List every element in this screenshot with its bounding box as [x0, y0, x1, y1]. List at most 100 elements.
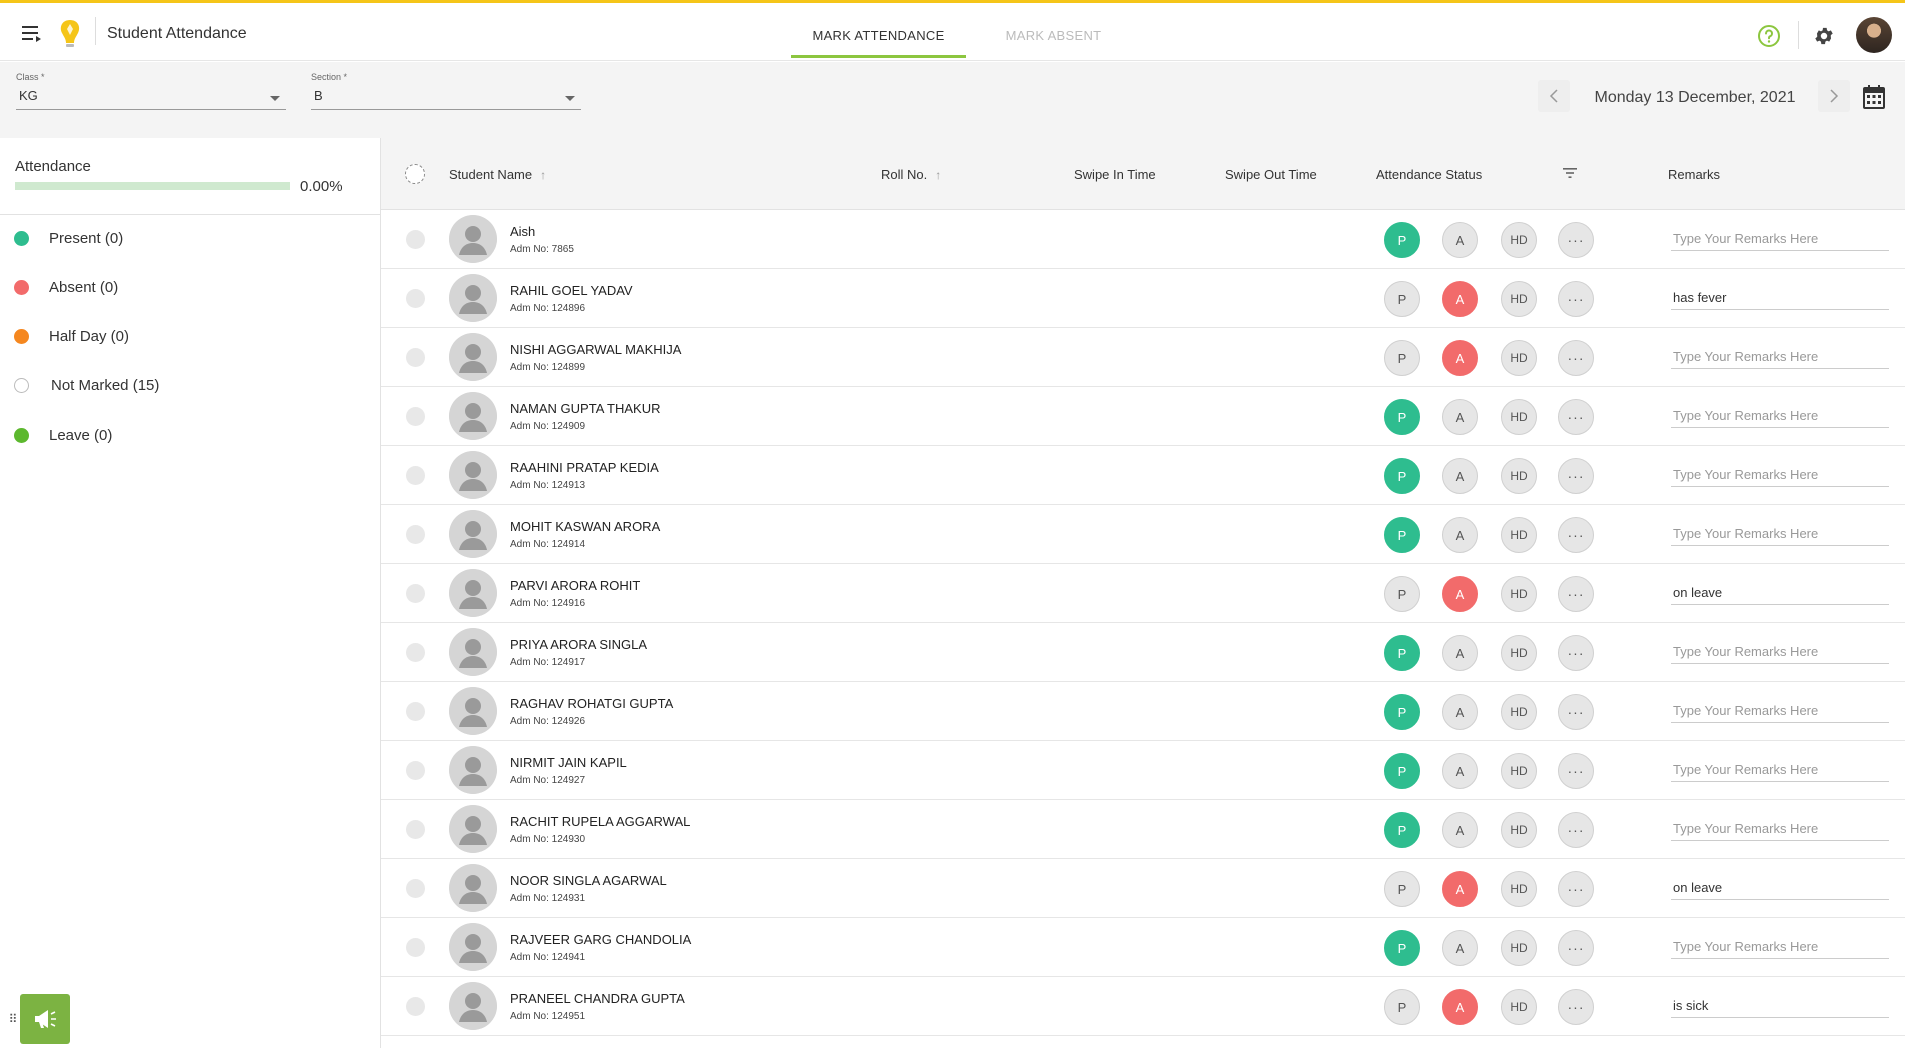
more-options-button[interactable]: ···: [1558, 694, 1594, 730]
student-name[interactable]: NIRMIT JAIN KAPIL: [510, 755, 627, 770]
present-button[interactable]: P: [1384, 635, 1420, 671]
remarks-input[interactable]: [1671, 994, 1889, 1018]
row-select-checkbox[interactable]: [406, 348, 425, 367]
present-button[interactable]: P: [1384, 576, 1420, 612]
tab-mark-absent[interactable]: MARK ABSENT: [966, 28, 1141, 43]
row-select-checkbox[interactable]: [406, 466, 425, 485]
next-date-button[interactable]: [1818, 80, 1850, 112]
row-select-checkbox[interactable]: [406, 997, 425, 1016]
remarks-input[interactable]: [1671, 876, 1889, 900]
row-select-checkbox[interactable]: [406, 879, 425, 898]
gear-icon[interactable]: [1813, 25, 1837, 49]
remarks-input[interactable]: [1671, 699, 1889, 723]
remarks-input[interactable]: [1671, 640, 1889, 664]
more-options-button[interactable]: ···: [1558, 812, 1594, 848]
student-name[interactable]: NOOR SINGLA AGARWAL: [510, 873, 667, 888]
absent-button[interactable]: A: [1442, 812, 1478, 848]
row-select-checkbox[interactable]: [406, 702, 425, 721]
remarks-input[interactable]: [1671, 817, 1889, 841]
calendar-icon[interactable]: [1862, 84, 1886, 110]
absent-button[interactable]: A: [1442, 576, 1478, 612]
absent-button[interactable]: A: [1442, 281, 1478, 317]
more-options-button[interactable]: ···: [1558, 458, 1594, 494]
absent-button[interactable]: A: [1442, 871, 1478, 907]
present-button[interactable]: P: [1384, 340, 1420, 376]
remarks-input[interactable]: [1671, 935, 1889, 959]
student-name[interactable]: NISHI AGGARWAL MAKHIJA: [510, 342, 681, 357]
present-button[interactable]: P: [1384, 458, 1420, 494]
row-select-checkbox[interactable]: [406, 584, 425, 603]
more-options-button[interactable]: ···: [1558, 576, 1594, 612]
class-field[interactable]: KG: [16, 88, 286, 110]
half-day-button[interactable]: HD: [1501, 281, 1537, 317]
half-day-button[interactable]: HD: [1501, 812, 1537, 848]
row-select-checkbox[interactable]: [406, 289, 425, 308]
present-button[interactable]: P: [1384, 694, 1420, 730]
absent-button[interactable]: A: [1442, 517, 1478, 553]
half-day-button[interactable]: HD: [1501, 340, 1537, 376]
half-day-button[interactable]: HD: [1501, 399, 1537, 435]
student-name[interactable]: MOHIT KASWAN ARORA: [510, 519, 660, 534]
half-day-button[interactable]: HD: [1501, 930, 1537, 966]
present-button[interactable]: P: [1384, 222, 1420, 258]
more-options-button[interactable]: ···: [1558, 753, 1594, 789]
absent-button[interactable]: A: [1442, 340, 1478, 376]
avatar[interactable]: [1856, 17, 1892, 53]
half-day-button[interactable]: HD: [1501, 458, 1537, 494]
tab-mark-attendance[interactable]: MARK ATTENDANCE: [791, 28, 966, 43]
present-button[interactable]: P: [1384, 753, 1420, 789]
remarks-input[interactable]: [1671, 758, 1889, 782]
half-day-button[interactable]: HD: [1501, 871, 1537, 907]
absent-button[interactable]: A: [1442, 222, 1478, 258]
more-options-button[interactable]: ···: [1558, 399, 1594, 435]
student-name[interactable]: RAGHAV ROHATGI GUPTA: [510, 696, 673, 711]
menu-icon[interactable]: [20, 23, 48, 47]
row-select-checkbox[interactable]: [406, 407, 425, 426]
present-button[interactable]: P: [1384, 930, 1420, 966]
more-options-button[interactable]: ···: [1558, 222, 1594, 258]
class-select[interactable]: Class * KG: [16, 72, 286, 110]
section-field[interactable]: B: [311, 88, 581, 110]
remarks-input[interactable]: [1671, 522, 1889, 546]
half-day-button[interactable]: HD: [1501, 517, 1537, 553]
row-select-checkbox[interactable]: [406, 643, 425, 662]
student-name[interactable]: RACHIT RUPELA AGGARWAL: [510, 814, 690, 829]
more-options-button[interactable]: ···: [1558, 281, 1594, 317]
absent-button[interactable]: A: [1442, 399, 1478, 435]
half-day-button[interactable]: HD: [1501, 989, 1537, 1025]
row-select-checkbox[interactable]: [406, 938, 425, 957]
remarks-input[interactable]: [1671, 463, 1889, 487]
present-button[interactable]: P: [1384, 812, 1420, 848]
more-options-button[interactable]: ···: [1558, 930, 1594, 966]
more-options-button[interactable]: ···: [1558, 635, 1594, 671]
row-select-checkbox[interactable]: [406, 525, 425, 544]
absent-button[interactable]: A: [1442, 694, 1478, 730]
remarks-input[interactable]: [1671, 404, 1889, 428]
select-all-checkbox[interactable]: [405, 164, 425, 184]
more-options-button[interactable]: ···: [1558, 517, 1594, 553]
absent-button[interactable]: A: [1442, 753, 1478, 789]
student-name[interactable]: NAMAN GUPTA THAKUR: [510, 401, 660, 416]
column-roll-no[interactable]: Roll No. ↑: [881, 167, 941, 182]
drag-handle-icon[interactable]: ⠿: [6, 994, 20, 1044]
half-day-button[interactable]: HD: [1501, 635, 1537, 671]
section-select[interactable]: Section * B: [311, 72, 581, 110]
megaphone-button[interactable]: [20, 994, 70, 1044]
half-day-button[interactable]: HD: [1501, 222, 1537, 258]
absent-button[interactable]: A: [1442, 930, 1478, 966]
student-name[interactable]: Aish: [510, 224, 535, 239]
row-select-checkbox[interactable]: [406, 230, 425, 249]
prev-date-button[interactable]: [1538, 80, 1570, 112]
sort-arrow-up-icon[interactable]: ↑: [935, 168, 941, 182]
remarks-input[interactable]: [1671, 227, 1889, 251]
present-button[interactable]: P: [1384, 989, 1420, 1025]
row-select-checkbox[interactable]: [406, 761, 425, 780]
half-day-button[interactable]: HD: [1501, 576, 1537, 612]
student-name[interactable]: RAHIL GOEL YADAV: [510, 283, 633, 298]
remarks-input[interactable]: [1671, 581, 1889, 605]
present-button[interactable]: P: [1384, 871, 1420, 907]
row-select-checkbox[interactable]: [406, 820, 425, 839]
more-options-button[interactable]: ···: [1558, 989, 1594, 1025]
absent-button[interactable]: A: [1442, 989, 1478, 1025]
absent-button[interactable]: A: [1442, 458, 1478, 494]
